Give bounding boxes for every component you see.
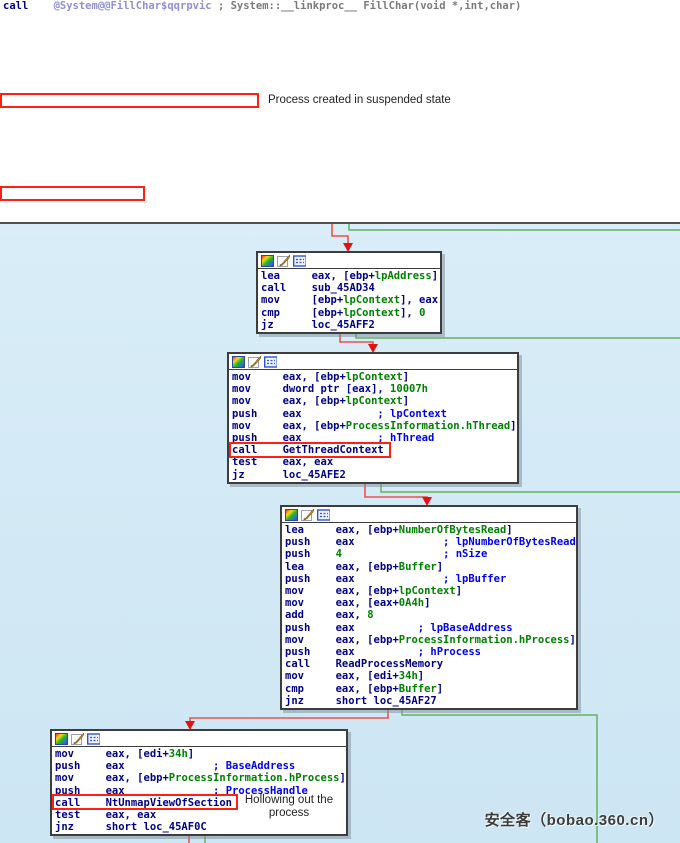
palette-icon[interactable] — [55, 732, 68, 745]
basic-block-2[interactable]: mov eax, [ebp+lpContext] mov dword ptr [e… — [227, 352, 519, 484]
asm-line[interactable]: test eax, eax — [232, 456, 517, 468]
edit-icon[interactable] — [301, 508, 314, 521]
asm-line[interactable]: lea eax, [ebp+lpAddress] — [261, 270, 440, 282]
node-title-bar — [258, 253, 440, 269]
frame-icon[interactable] — [317, 508, 330, 521]
asm-line[interactable]: add eax, 8 — [285, 609, 576, 621]
edit-icon[interactable] — [71, 732, 84, 745]
node-title-bar — [229, 354, 517, 370]
asm-line[interactable]: lea eax, [ebp+NumberOfBytesRead] — [285, 524, 576, 536]
asm-line[interactable]: cmp eax, [ebp+Buffer] — [285, 683, 576, 695]
edit-icon[interactable] — [277, 254, 290, 267]
annotation-hollowing: Hollowing out the process — [244, 794, 334, 819]
asm-line[interactable]: push eax ; BaseAddress — [55, 760, 346, 772]
asm-line[interactable]: push 4 ; nSize — [285, 548, 576, 560]
asm-line[interactable]: mov eax, [ebp+lpContext] — [232, 395, 517, 407]
asm-line[interactable]: push eax ; lpContext — [232, 408, 517, 420]
node-title-bar — [282, 507, 576, 523]
asm-line[interactable]: mov eax, [eax+0A4h] — [285, 597, 576, 609]
asm-line[interactable]: mov eax, [edi+34h] — [55, 748, 346, 760]
asm-line[interactable]: mov eax, [ebp+ProcessInformation.hThread… — [232, 420, 517, 432]
node-body[interactable]: lea eax, [ebp+NumberOfBytesRead] push eax… — [282, 523, 576, 708]
highlight-box-dwcreationflags — [0, 93, 259, 108]
asm-line[interactable]: push eax ; hProcess — [285, 646, 576, 658]
asm-line[interactable]: mov eax, [ebp+ProcessInformation.hProces… — [55, 772, 346, 784]
asm-line[interactable]: mov eax, [edi+34h] — [285, 670, 576, 682]
asm-line[interactable]: mov [ebp+lpContext], eax — [261, 294, 440, 306]
highlight-box-getthreadcontext — [229, 442, 391, 458]
asm-line[interactable]: call ReadProcessMemory — [285, 658, 576, 670]
asm-line[interactable]: mov eax, [ebp+ProcessInformation.hProces… — [285, 634, 576, 646]
asm-line[interactable]: push eax ; lpBaseAddress — [285, 622, 576, 634]
node-body[interactable]: mov eax, [ebp+lpContext] mov dword ptr [e… — [229, 370, 517, 482]
asm-line[interactable]: jz loc_45AFE2 — [232, 469, 517, 481]
frame-icon[interactable] — [293, 254, 306, 267]
palette-icon[interactable] — [261, 254, 274, 267]
asm-line[interactable]: mov eax, [ebp+lpContext] — [285, 585, 576, 597]
ida-graph-view[interactable]: call @System@@FillChar$qqrpvic ; System:… — [0, 0, 680, 843]
palette-icon[interactable] — [232, 355, 245, 368]
asm-line[interactable]: jnz short loc_45AF0C — [55, 821, 346, 833]
asm-line[interactable]: mov [ebp+StartupInfo.cb], 44h — [3, 221, 212, 222]
node-title-bar — [52, 731, 346, 747]
asm-line[interactable]: lea eax, [ebp+Buffer] — [285, 561, 576, 573]
frame-icon[interactable] — [87, 732, 100, 745]
basic-block-3[interactable]: lea eax, [ebp+NumberOfBytesRead] push eax… — [280, 505, 578, 711]
asm-line[interactable]: cmp [ebp+lpContext], 0 — [261, 307, 440, 319]
frame-icon[interactable] — [264, 355, 277, 368]
asm-line[interactable]: jnz short loc_45AF27 — [285, 695, 576, 707]
asm-line[interactable]: push eax ; lpBuffer — [285, 573, 576, 585]
asm-line[interactable]: push eax ; lpNumberOfBytesRead — [285, 536, 576, 548]
asm-line[interactable]: call sub_45AD34 — [261, 282, 440, 294]
highlight-box-createprocessa — [0, 186, 145, 201]
basic-block-1[interactable]: lea eax, [ebp+lpAddress] call sub_45AD34 m… — [256, 251, 442, 335]
palette-icon[interactable] — [285, 508, 298, 521]
node-body[interactable]: lea eax, [ebp+lpAddress] call sub_45AD34 m… — [258, 269, 440, 332]
asm-line[interactable]: mov dword ptr [eax], 10007h — [232, 383, 517, 395]
asm-line[interactable]: mov eax, [ebp+lpContext] — [232, 371, 517, 383]
asm-line[interactable]: jz loc_45AFF2 — [261, 319, 440, 331]
edit-icon[interactable] — [248, 355, 261, 368]
basic-block-4[interactable]: mov eax, [edi+34h] push eax ; BaseAddress… — [50, 729, 348, 837]
highlight-box-ntunmapviewofsection — [52, 794, 238, 810]
watermark: 安全客（bobao.360.cn） — [484, 812, 664, 829]
annotation-suspended-state: Process created in suspended state — [268, 94, 451, 106]
node-body[interactable]: mov eax, [edi+34h] push eax ; BaseAddress… — [52, 747, 346, 834]
